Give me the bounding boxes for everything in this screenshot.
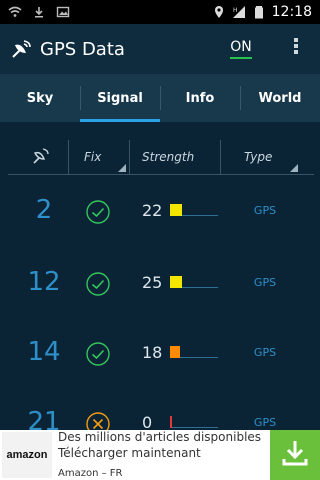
download-icon — [32, 5, 46, 19]
ad-banner[interactable]: amazon Des millions d'articles disponibl… — [0, 430, 320, 480]
signal-strength-bar — [170, 204, 218, 216]
tab-sky[interactable]: Sky — [0, 74, 80, 122]
sort-indicator-icon — [290, 164, 298, 172]
signal-strength-value: 25 — [142, 272, 163, 292]
sort-indicator-icon — [118, 164, 126, 172]
app-bar: GPS Data ON — [0, 24, 320, 74]
clock: 12:18 — [271, 4, 312, 20]
gps-on-toggle[interactable]: ON — [230, 38, 252, 60]
type-column-header[interactable]: Type — [224, 140, 298, 174]
fix-column-header[interactable]: Fix — [72, 140, 126, 174]
toggle-indicator — [230, 57, 252, 59]
tab-world[interactable]: World — [240, 74, 320, 122]
signal-strength-value: 18 — [142, 342, 163, 362]
amazon-logo: amazon — [2, 432, 52, 478]
fix-check-icon — [84, 340, 112, 368]
satellite-prn: 12 — [27, 267, 61, 297]
cellular-signal-icon: H — [232, 5, 246, 19]
signal-panel: Fix Strength Type 2 22 GPS 12 25 GPS 14 18 GPS 21… — [0, 122, 320, 480]
signal-strength-bar — [170, 276, 218, 288]
tab-label: Sky — [26, 90, 54, 106]
ad-advertiser: Amazon – FR — [58, 468, 123, 479]
fix-header-label: Fix — [84, 150, 102, 164]
tab-bar: Sky Signal Info World — [0, 74, 320, 122]
image-icon — [56, 5, 70, 19]
header-divider — [8, 174, 314, 175]
ad-cta-text: Télécharger maintenant — [58, 446, 201, 460]
strength-bar-track — [170, 427, 218, 428]
overflow-menu-icon[interactable] — [292, 36, 300, 60]
satellite-dish-icon — [10, 37, 34, 61]
tab-label: Info — [185, 90, 215, 106]
tab-info[interactable]: Info — [160, 74, 240, 122]
signal-strength-bar — [170, 416, 218, 428]
signal-strength-value: 22 — [142, 200, 163, 220]
ad-headline: Des millions d'articles disponibles — [58, 430, 262, 444]
battery-icon — [252, 5, 266, 19]
table-row[interactable]: 14 18 GPS — [0, 320, 320, 384]
satellite-icon — [31, 146, 51, 169]
table-header: Fix Strength Type — [0, 140, 320, 174]
signal-strength-bar — [170, 346, 218, 358]
svg-text:H: H — [233, 7, 238, 14]
satellite-type: GPS — [253, 345, 277, 359]
satellite-prn: 14 — [27, 337, 61, 367]
tab-label: World — [258, 90, 302, 106]
satellite-prn: 2 — [35, 195, 53, 225]
strength-bar-fill — [170, 416, 172, 428]
tab-signal[interactable]: Signal — [80, 74, 160, 122]
fix-check-icon — [84, 270, 112, 298]
satellite-type: GPS — [253, 275, 277, 289]
type-header-label: Type — [244, 150, 273, 164]
gps-on-label: ON — [230, 39, 252, 55]
strength-bar-fill — [170, 204, 182, 216]
status-bar: H 12:18 — [0, 0, 320, 24]
strength-header-label: Strength — [142, 150, 195, 164]
prn-column-header[interactable] — [26, 140, 56, 174]
app-title: GPS Data — [40, 38, 125, 60]
wifi-icon — [8, 5, 22, 19]
ad-download-button[interactable] — [270, 430, 320, 480]
location-icon — [212, 5, 226, 19]
satellite-type: GPS — [253, 203, 277, 217]
strength-column-header[interactable]: Strength — [142, 140, 212, 174]
tab-label: Signal — [97, 90, 143, 106]
download-icon — [279, 437, 311, 473]
fix-check-icon — [84, 198, 112, 226]
table-row[interactable]: 12 25 GPS — [0, 250, 320, 314]
strength-bar-fill — [170, 276, 182, 288]
table-row[interactable]: 2 22 GPS — [0, 178, 320, 242]
strength-bar-fill — [170, 346, 180, 358]
ad-brand: amazon — [6, 449, 48, 461]
